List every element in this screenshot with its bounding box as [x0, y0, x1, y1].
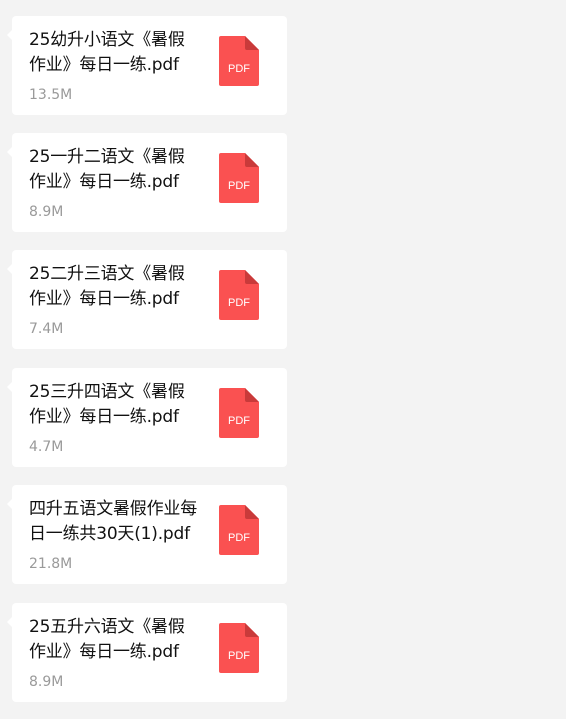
file-message-bubble[interactable]: 25三升四语文《暑假作业》每日一练.pdf 4.7M PDF	[7, 368, 287, 467]
pdf-icon: PDF	[219, 36, 259, 86]
file-message-bubble[interactable]: 25幼升小语文《暑假作业》每日一练.pdf 13.5M PDF	[7, 16, 287, 115]
pdf-icon-label: PDF	[228, 415, 250, 427]
file-name: 25五升六语文《暑假作业》每日一练.pdf	[29, 617, 185, 662]
file-name: 25幼升小语文《暑假作业》每日一练.pdf	[29, 30, 185, 75]
chat-message-list: 25幼升小语文《暑假作业》每日一练.pdf 13.5M PDF 25一升二语文《…	[0, 0, 566, 719]
pdf-icon: PDF	[219, 270, 259, 320]
pdf-icon: PDF	[219, 623, 259, 673]
file-name: 25二升三语文《暑假作业》每日一练.pdf	[29, 264, 185, 309]
file-size: 8.9M	[29, 204, 64, 220]
file-size: 7.4M	[29, 321, 64, 337]
file-size: 13.5M	[29, 87, 73, 103]
pdf-icon-label: PDF	[228, 180, 250, 192]
file-size: 8.9M	[29, 674, 64, 690]
file-name: 25一升二语文《暑假作业》每日一练.pdf	[29, 147, 185, 192]
file-message-bubble[interactable]: 25一升二语文《暑假作业》每日一练.pdf 8.9M PDF	[7, 133, 287, 232]
file-size: 4.7M	[29, 439, 64, 455]
pdf-icon-label: PDF	[228, 650, 250, 662]
pdf-icon-label: PDF	[228, 532, 250, 544]
pdf-icon: PDF	[219, 505, 259, 555]
file-message-bubble[interactable]: 25二升三语文《暑假作业》每日一练.pdf 7.4M PDF	[7, 250, 287, 349]
file-message-bubble[interactable]: 25五升六语文《暑假作业》每日一练.pdf 8.9M PDF	[7, 603, 287, 702]
file-size: 21.8M	[29, 556, 73, 572]
file-name: 四升五语文暑假作业每日一练共30天(1).pdf	[29, 499, 197, 544]
file-name: 25三升四语文《暑假作业》每日一练.pdf	[29, 382, 185, 427]
pdf-icon-label: PDF	[228, 63, 250, 75]
pdf-icon: PDF	[219, 153, 259, 203]
file-message-bubble[interactable]: 四升五语文暑假作业每日一练共30天(1).pdf 21.8M PDF	[7, 485, 287, 584]
pdf-icon-label: PDF	[228, 297, 250, 309]
pdf-icon: PDF	[219, 388, 259, 438]
